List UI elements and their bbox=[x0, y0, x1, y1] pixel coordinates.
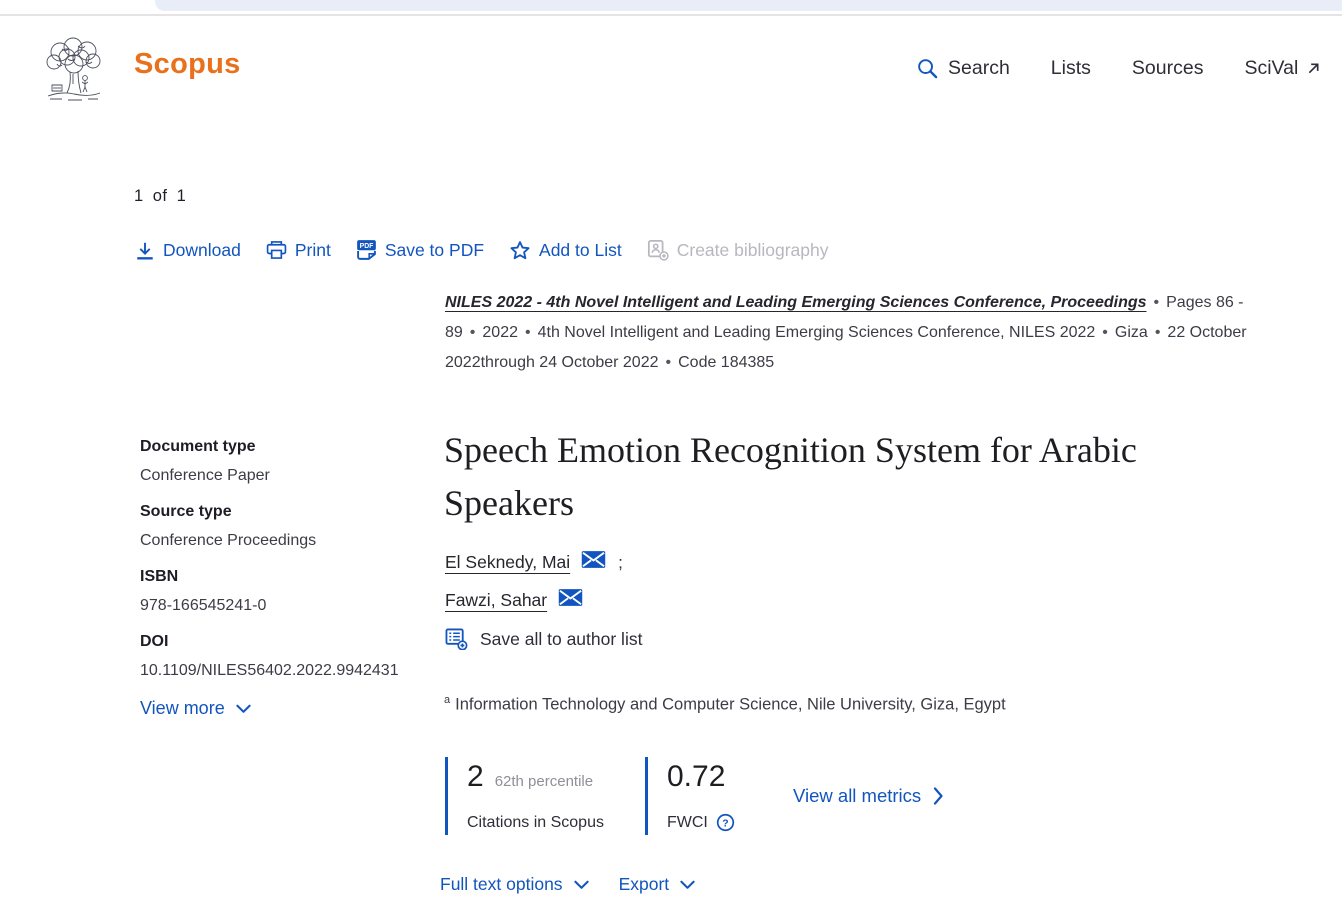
author-link[interactable]: Fawzi, Sahar bbox=[445, 590, 547, 611]
bullet-separator: • bbox=[1102, 324, 1108, 341]
field-label: Source type bbox=[140, 503, 440, 521]
author-list: El Seknedy, Mai ; Fawzi, Sahar Save all … bbox=[445, 552, 642, 650]
save-to-pdf-button[interactable]: PDF Save to PDF bbox=[356, 239, 484, 261]
help-icon[interactable]: ? bbox=[716, 813, 735, 832]
author-separator: ; bbox=[618, 553, 623, 573]
top-navigation: Search Lists Sources SciVal bbox=[916, 57, 1320, 80]
field-value: 10.1109/NILES56402.2022.9942431 bbox=[140, 662, 440, 680]
document-toolbar: Download Print PDF Save to PDF Add to L bbox=[135, 239, 829, 261]
document-title: Speech Emotion Recognition System for Ar… bbox=[444, 424, 1244, 530]
save-to-pdf-label: Save to PDF bbox=[385, 240, 484, 261]
view-more-button[interactable]: View more bbox=[140, 698, 440, 719]
full-text-options-dropdown[interactable]: Full text options bbox=[440, 874, 589, 895]
svg-text:?: ? bbox=[722, 818, 728, 829]
author-row: El Seknedy, Mai ; bbox=[445, 552, 642, 573]
field-source-type: Source type Conference Proceedings bbox=[140, 503, 440, 550]
field-value: Conference Paper bbox=[140, 467, 440, 485]
metrics-panel: 2 62th percentile Citations in Scopus 0.… bbox=[445, 757, 944, 835]
bottom-actions: Full text options Export bbox=[440, 874, 695, 895]
field-label: ISBN bbox=[140, 568, 440, 586]
chevron-right-icon bbox=[933, 787, 944, 805]
affiliation-text: Information Technology and Computer Scie… bbox=[455, 696, 1006, 714]
download-label: Download bbox=[163, 240, 241, 261]
fwci-label: FWCI bbox=[667, 814, 708, 832]
nav-scival-label: SciVal bbox=[1244, 57, 1298, 80]
external-link-icon bbox=[1307, 62, 1320, 75]
view-all-metrics-link[interactable]: View all metrics bbox=[793, 785, 944, 807]
author-link[interactable]: El Seknedy, Mai bbox=[445, 552, 570, 573]
full-text-options-label: Full text options bbox=[440, 874, 563, 895]
affiliation-superscript: a bbox=[444, 694, 450, 706]
add-to-list-label: Add to List bbox=[539, 240, 622, 261]
chrome-divider bbox=[0, 14, 1342, 16]
print-label: Print bbox=[295, 240, 331, 261]
elsevier-tree-logo[interactable] bbox=[40, 36, 108, 102]
svg-text:PDF: PDF bbox=[359, 243, 373, 250]
nav-scival[interactable]: SciVal bbox=[1244, 57, 1320, 80]
bullet-separator: • bbox=[1154, 294, 1160, 311]
email-icon[interactable] bbox=[558, 588, 583, 607]
nav-search-label: Search bbox=[948, 57, 1010, 80]
view-more-label: View more bbox=[140, 698, 225, 719]
download-icon bbox=[135, 240, 155, 261]
export-label: Export bbox=[619, 874, 670, 895]
nav-sources[interactable]: Sources bbox=[1132, 57, 1204, 80]
citations-percentile: 62th percentile bbox=[495, 773, 593, 790]
publication-year: 2022 bbox=[482, 324, 518, 341]
author-list-add-icon bbox=[445, 628, 468, 650]
save-all-to-author-list-button[interactable]: Save all to author list bbox=[445, 628, 642, 650]
fwci-metric: 0.72 FWCI ? bbox=[645, 757, 793, 835]
chevron-down-icon bbox=[680, 880, 695, 890]
export-dropdown[interactable]: Export bbox=[619, 874, 696, 895]
field-value: 978-166545241-0 bbox=[140, 597, 440, 615]
conference-code: Code 184385 bbox=[678, 354, 774, 371]
citations-value: 2 bbox=[467, 760, 484, 794]
nav-lists-label: Lists bbox=[1051, 57, 1091, 80]
create-bibliography-button[interactable]: Create bibliography bbox=[647, 239, 829, 261]
nav-search[interactable]: Search bbox=[916, 57, 1010, 80]
save-all-label: Save all to author list bbox=[480, 629, 642, 650]
browser-omnibox-remnant bbox=[155, 0, 1342, 11]
pdf-icon: PDF bbox=[356, 239, 377, 261]
source-info: NILES 2022 - 4th Novel Intelligent and L… bbox=[445, 288, 1340, 378]
chevron-down-icon bbox=[574, 880, 589, 890]
field-value: Conference Proceedings bbox=[140, 532, 440, 550]
bullet-separator: • bbox=[525, 324, 531, 341]
bullet-separator: • bbox=[470, 324, 476, 341]
affiliation: a Information Technology and Computer Sci… bbox=[444, 694, 1006, 715]
proceedings-link[interactable]: NILES 2022 - 4th Novel Intelligent and L… bbox=[445, 294, 1147, 311]
result-pagination: 1 of 1 bbox=[134, 187, 186, 206]
star-icon bbox=[509, 240, 531, 261]
create-bibliography-label: Create bibliography bbox=[677, 240, 829, 261]
author-row: Fawzi, Sahar bbox=[445, 590, 642, 611]
document-details-sidebar: Document type Conference Paper Source ty… bbox=[140, 438, 440, 719]
chevron-down-icon bbox=[236, 704, 251, 714]
citations-metric: 2 62th percentile Citations in Scopus bbox=[445, 757, 645, 835]
add-to-list-button[interactable]: Add to List bbox=[509, 240, 622, 261]
bibliography-icon bbox=[647, 239, 669, 261]
citations-label: Citations in Scopus bbox=[467, 814, 645, 832]
field-label: DOI bbox=[140, 633, 440, 651]
search-icon bbox=[916, 57, 939, 80]
field-isbn: ISBN 978-166545241-0 bbox=[140, 568, 440, 615]
fwci-value: 0.72 bbox=[667, 760, 725, 794]
bullet-separator: • bbox=[666, 354, 672, 371]
field-document-type: Document type Conference Paper bbox=[140, 438, 440, 485]
print-icon bbox=[266, 240, 287, 260]
email-icon[interactable] bbox=[581, 550, 606, 569]
scopus-document-page: Scopus Search Lists Sources SciVal 1 of … bbox=[0, 0, 1342, 914]
bullet-separator: • bbox=[1155, 324, 1161, 341]
nav-lists[interactable]: Lists bbox=[1051, 57, 1091, 80]
conference-location: Giza bbox=[1115, 324, 1148, 341]
scopus-wordmark[interactable]: Scopus bbox=[134, 48, 241, 81]
field-doi: DOI 10.1109/NILES56402.2022.9942431 bbox=[140, 633, 440, 680]
print-button[interactable]: Print bbox=[266, 240, 331, 261]
download-button[interactable]: Download bbox=[135, 240, 241, 261]
view-all-metrics-label: View all metrics bbox=[793, 785, 921, 807]
field-label: Document type bbox=[140, 438, 440, 456]
nav-sources-label: Sources bbox=[1132, 57, 1204, 80]
conference-name: 4th Novel Intelligent and Leading Emergi… bbox=[538, 324, 1096, 341]
